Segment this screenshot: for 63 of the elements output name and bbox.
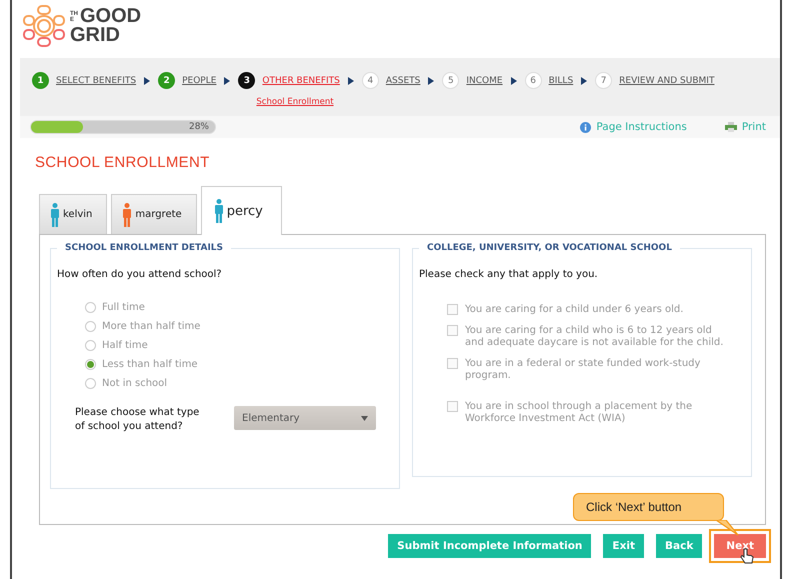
step-number: 1 — [32, 72, 49, 89]
step-number: 4 — [362, 72, 379, 89]
radio-button[interactable] — [85, 321, 96, 332]
page-title: SCHOOL ENROLLMENT — [35, 154, 211, 171]
step-number: 7 — [595, 72, 612, 89]
step-number: 2 — [158, 72, 176, 89]
arrow-icon — [581, 77, 588, 85]
logo-icon — [22, 4, 66, 48]
field-label: Please choose what type of school you attend? — [75, 406, 200, 434]
callout-bubble: Click ‘Next’ button — [573, 493, 724, 521]
radio-button[interactable] — [85, 302, 96, 313]
radio-option[interactable]: Less than half time — [85, 359, 399, 370]
action-button[interactable]: Back — [656, 534, 702, 558]
person-tab[interactable]: margrete — [111, 194, 197, 234]
question-text: How often do you attend school? — [57, 269, 223, 280]
action-button[interactable]: Submit Incomplete Information — [388, 534, 592, 558]
step-link[interactable]: REVIEW AND SUBMIT — [619, 76, 714, 86]
checkbox-option[interactable]: You are caring for a child under 6 years old. — [447, 304, 727, 316]
caret-icon — [361, 416, 368, 420]
step-link[interactable]: BILLS — [548, 76, 574, 86]
radio-option[interactable]: More than half time — [85, 321, 399, 332]
checkbox[interactable] — [447, 325, 458, 336]
radio-button[interactable] — [85, 359, 96, 370]
school-type-dropdown[interactable]: Elementary — [234, 406, 376, 430]
step-link[interactable]: INCOME — [466, 76, 503, 86]
person-tab[interactable]: kelvin — [39, 194, 108, 234]
substep-link[interactable]: School Enrollment — [256, 97, 334, 107]
person-tab[interactable]: percy — [200, 186, 282, 235]
checkbox[interactable] — [447, 358, 458, 369]
radio-button[interactable] — [85, 378, 96, 389]
checkbox-option[interactable]: You are in school through a placement by the Workforce Investment Act (WIA) — [447, 401, 727, 425]
step-number: 5 — [442, 72, 460, 89]
radio-option[interactable]: Not in school — [85, 378, 399, 389]
step-number: 6 — [524, 72, 542, 89]
link[interactable]: Page Instructions — [596, 121, 687, 133]
group-legend: COLLEGE, UNIVERSITY, OR VOCATIONAL SCHOOL — [419, 243, 680, 253]
arrow-icon — [144, 77, 150, 85]
checkbox[interactable] — [447, 401, 458, 412]
info-icon — [580, 122, 592, 132]
radio-option[interactable]: Half time — [85, 340, 399, 351]
action-button[interactable]: Exit — [603, 534, 644, 558]
logo-text: GOOD — [80, 7, 142, 26]
arrow-icon — [510, 77, 517, 85]
step-number: 3 — [238, 72, 256, 89]
logo-text: GRID — [70, 26, 121, 45]
radio-button[interactable] — [85, 340, 96, 351]
link[interactable]: Print — [742, 121, 766, 133]
checkbox[interactable] — [447, 304, 458, 315]
arrow-icon — [348, 77, 354, 85]
step-link[interactable]: PEOPLE — [182, 76, 216, 86]
hand-cursor-icon — [740, 548, 754, 564]
checkbox-option[interactable]: You are in a federal or state funded work-study program. — [447, 358, 727, 382]
group-legend: SCHOOL ENROLLMENT DETAILS — [57, 243, 232, 253]
arrow-icon — [224, 77, 230, 85]
checkbox-option[interactable]: You are caring for a child who is 6 to 12 years old and adequate daycare is not available for the child. — [447, 325, 727, 349]
step-link[interactable]: ASSETS — [386, 76, 420, 86]
step-link[interactable]: SELECT BENEFITS — [56, 76, 136, 86]
printer-icon — [724, 122, 737, 132]
arrow-icon — [428, 77, 434, 85]
radio-option[interactable]: Full time — [85, 302, 399, 313]
progress-reading: 28% — [188, 121, 209, 133]
question-text: Please check any that apply to you. — [419, 269, 599, 280]
step-link[interactable]: OTHER BENEFITS — [262, 76, 340, 86]
